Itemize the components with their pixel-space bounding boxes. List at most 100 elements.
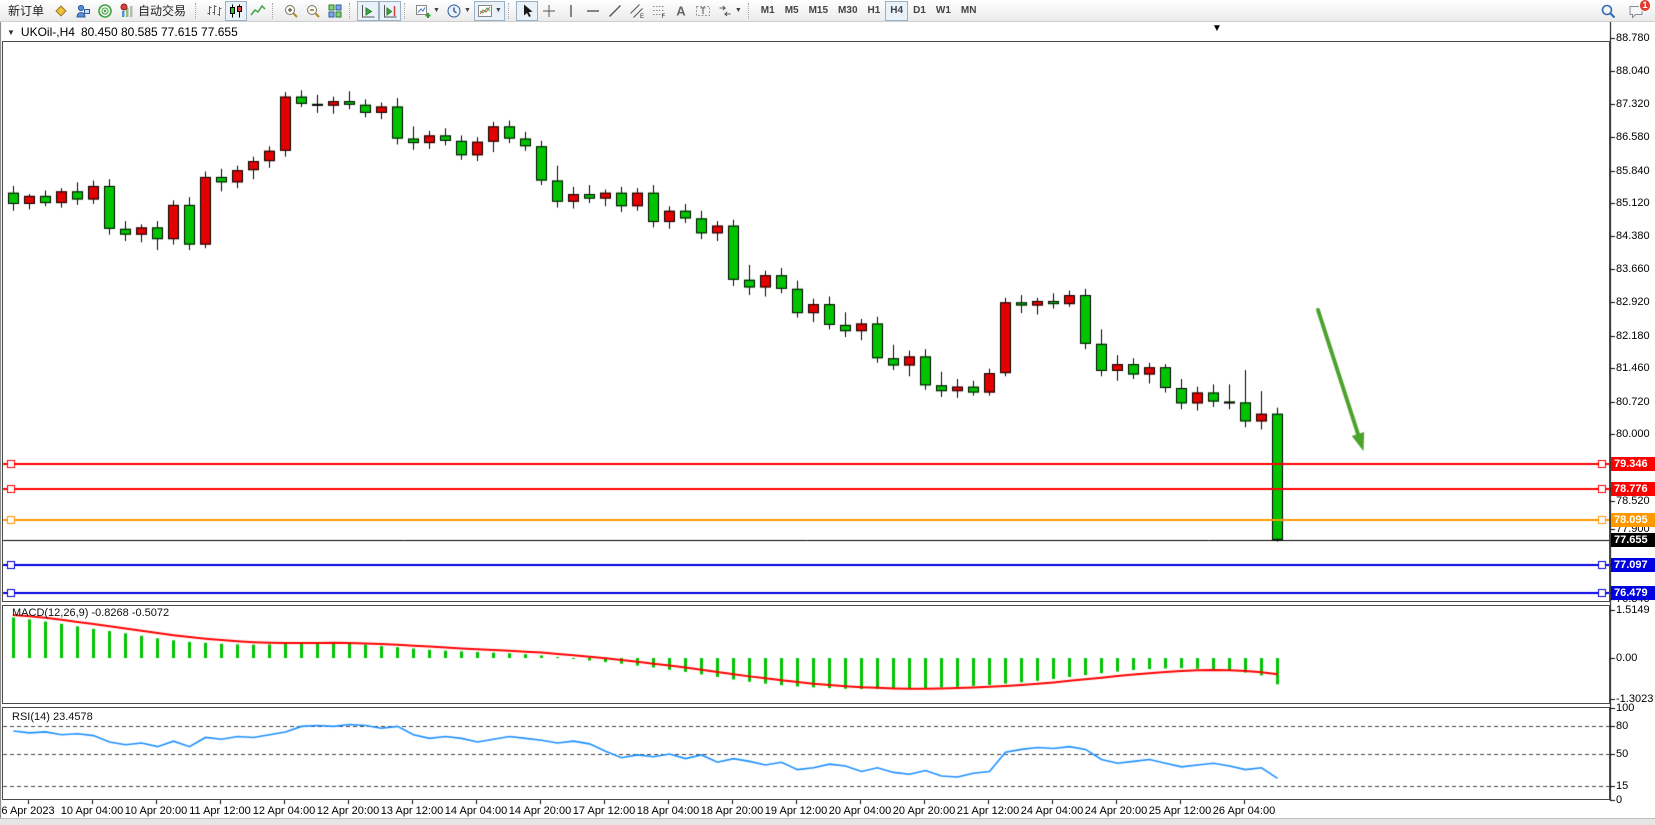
rsi-tick-label: 80 xyxy=(1616,720,1628,732)
tf-h4-button[interactable]: H4 xyxy=(885,1,908,21)
zoom-in-button[interactable] xyxy=(280,1,302,21)
rsi-tick-label: 100 xyxy=(1616,702,1634,714)
chart-list-button[interactable] xyxy=(50,1,72,21)
time-tick-label: 11 Apr 12:00 xyxy=(184,805,256,817)
tf-w1-button-label: W1 xyxy=(934,5,953,16)
time-tick-label: 14 Apr 20:00 xyxy=(504,805,576,817)
text-label-button[interactable]: T xyxy=(692,1,714,21)
new-order-button[interactable]: 新订单 xyxy=(2,1,50,21)
arrows-button[interactable]: ▼ xyxy=(714,1,745,21)
chart-canvas[interactable] xyxy=(0,22,1655,825)
status-strip xyxy=(0,818,1655,825)
fibonacci-icon: F xyxy=(651,3,667,19)
chart-shift-button[interactable] xyxy=(379,1,401,21)
rsi-indicator-label: RSI(14) 23.4578 xyxy=(12,711,93,723)
add-indicator-button[interactable]: ▼ xyxy=(412,1,443,21)
ohlc-values: 80.450 80.585 77.615 77.655 xyxy=(81,25,238,39)
tf-m5-button-label: M5 xyxy=(783,5,801,16)
toolbar-separator xyxy=(748,3,752,19)
time-tick-label: 20 Apr 04:00 xyxy=(824,805,896,817)
text-button[interactable]: A xyxy=(670,1,692,21)
time-tick-label: 10 Apr 20:00 xyxy=(120,805,192,817)
toolbar-separator xyxy=(349,3,353,19)
svg-text:E: E xyxy=(640,14,644,19)
chevron-down-icon[interactable]: ▼ xyxy=(495,7,502,14)
trendline-button[interactable] xyxy=(604,1,626,21)
price-tick-label: 81.460 xyxy=(1616,362,1650,374)
time-tick-label: 24 Apr 20:00 xyxy=(1080,805,1152,817)
terminal-button[interactable] xyxy=(72,1,94,21)
toolbar-separator xyxy=(404,3,408,19)
tf-w1-button[interactable]: W1 xyxy=(931,1,956,21)
arrows-icon xyxy=(717,3,733,19)
price-tick-label: 85.840 xyxy=(1616,165,1650,177)
line-chart-button[interactable] xyxy=(247,1,269,21)
strategy-tester-button[interactable] xyxy=(94,1,116,21)
svg-text:T: T xyxy=(700,6,706,16)
vertical-line-button[interactable] xyxy=(560,1,582,21)
price-tick-label: 82.180 xyxy=(1616,330,1650,342)
toolbar: 新订单 自动交易 ▼ ▼ ▼ E FAT ▼ M1 M5M15M30H1H4D1W1MN 1 xyxy=(0,0,1655,22)
tf-h4-button-label: H4 xyxy=(888,5,905,16)
channel-button[interactable]: E xyxy=(626,1,648,21)
autoscroll-icon xyxy=(360,3,376,19)
tf-mn-button[interactable]: MN xyxy=(956,1,982,21)
tf-m30-button[interactable]: M30 xyxy=(833,1,862,21)
tf-h1-button[interactable]: H1 xyxy=(863,1,886,21)
chart-shift-marker[interactable]: ▼ xyxy=(1212,23,1222,34)
hline-icon xyxy=(585,3,601,19)
chevron-down-icon[interactable]: ▼ xyxy=(433,7,440,14)
auto-scroll-button[interactable] xyxy=(357,1,379,21)
candlestick-chart-button[interactable] xyxy=(225,1,247,21)
price-tick-label: 84.380 xyxy=(1616,230,1650,242)
notifications-button[interactable]: 1 xyxy=(1625,1,1647,21)
price-tick-label: 83.660 xyxy=(1616,263,1650,275)
chevron-down-icon[interactable]: ▼ xyxy=(735,7,742,14)
tf-d1-button[interactable]: D1 xyxy=(908,1,931,21)
chevron-down-icon[interactable]: ▼ xyxy=(464,7,471,14)
bar-chart-button[interactable] xyxy=(203,1,225,21)
crosshair-button[interactable] xyxy=(538,1,560,21)
time-tick-label: 24 Apr 04:00 xyxy=(1016,805,1088,817)
time-tick-label: 17 Apr 12:00 xyxy=(568,805,640,817)
template-button[interactable]: ▼ xyxy=(474,1,505,21)
tf-m15-button[interactable]: M15 xyxy=(804,1,833,21)
price-tick-label: 82.920 xyxy=(1616,296,1650,308)
tf-m1-button-label: M1 xyxy=(759,5,777,16)
time-tick-label: 14 Apr 04:00 xyxy=(440,805,512,817)
rsi-tick-label: 15 xyxy=(1616,780,1628,792)
price-tick-label: 87.320 xyxy=(1616,98,1650,110)
one-click-trading-caret[interactable]: ▼ xyxy=(7,28,15,37)
tf-m1-button[interactable]: M1 xyxy=(756,1,780,21)
macd-tick-label: 0.00 xyxy=(1616,652,1637,664)
time-tick-label: 19 Apr 12:00 xyxy=(760,805,832,817)
tile-windows-button[interactable] xyxy=(324,1,346,21)
price-tick-label: 85.120 xyxy=(1616,197,1650,209)
time-tick-label: 21 Apr 12:00 xyxy=(952,805,1024,817)
price-tick-label: 88.780 xyxy=(1616,32,1650,44)
toolbar-separator xyxy=(272,3,276,19)
autotrading-button[interactable]: 自动交易 xyxy=(116,1,192,21)
fibonacci-button[interactable]: F xyxy=(648,1,670,21)
macd-indicator-label: MACD(12,26,9) -0.8268 -0.5072 xyxy=(12,607,169,619)
search-button[interactable] xyxy=(1597,1,1619,21)
toolbar-separator xyxy=(508,3,512,19)
period-button[interactable]: ▼ xyxy=(443,1,474,21)
symbol-period-label: UKOil-,H4 xyxy=(21,25,75,39)
time-tick-label: 25 Apr 12:00 xyxy=(1144,805,1216,817)
clock-icon xyxy=(446,3,462,19)
support-line-blue-1-price-label: 77.097 xyxy=(1611,558,1655,572)
tf-m5-button[interactable]: M5 xyxy=(780,1,804,21)
line-chart-icon xyxy=(250,3,266,19)
cursor-button[interactable] xyxy=(516,1,538,21)
search-icon xyxy=(1600,3,1616,19)
autotrading-button-label: 自动交易 xyxy=(135,2,189,19)
zoom-out-button[interactable] xyxy=(302,1,324,21)
template-icon xyxy=(477,3,493,19)
time-tick-label: 10 Apr 04:00 xyxy=(56,805,128,817)
bars-icon xyxy=(206,3,222,19)
window-edge-inner xyxy=(1,22,2,825)
time-tick-label: 18 Apr 04:00 xyxy=(632,805,704,817)
svg-text:F: F xyxy=(661,14,665,19)
horizontal-line-button[interactable] xyxy=(582,1,604,21)
